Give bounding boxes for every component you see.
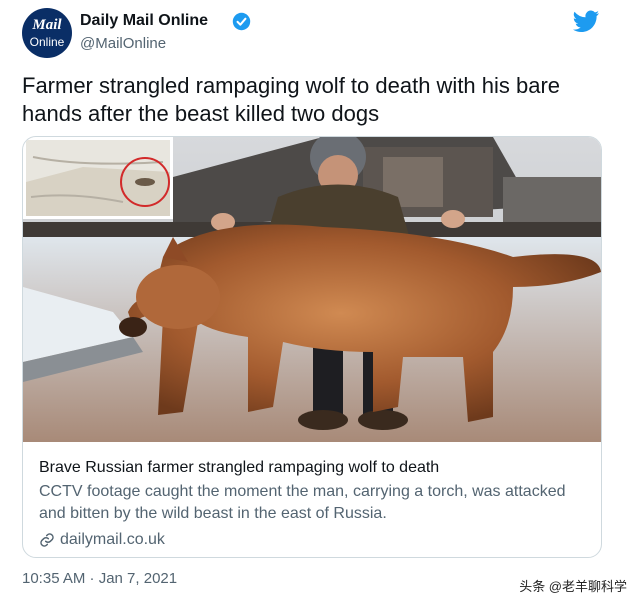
card-description: CCTV footage caught the moment the man, … — [39, 483, 566, 522]
avatar-logo-line2: Online — [29, 35, 65, 49]
account-handle[interactable]: @MailOnline — [80, 35, 166, 52]
twitter-bird-icon[interactable] — [572, 10, 600, 34]
avatar-logo-line1: Mail — [32, 17, 62, 33]
watermark: 头条 @老羊聊科学 — [519, 579, 627, 594]
display-name[interactable]: Daily Mail Online — [80, 12, 208, 30]
tweet-timestamp[interactable]: 10:35 AM · Jan 7, 2021 — [22, 570, 177, 587]
tweet-text: Farmer strangled rampaging wolf to death… — [22, 73, 561, 126]
card-title[interactable]: Brave Russian farmer strangled rampaging… — [39, 457, 589, 479]
card-link[interactable]: dailymail.co.uk — [39, 529, 589, 551]
tweet-header: Mail Online Daily Mail Online @MailOnlin… — [22, 8, 614, 60]
card-domain: dailymail.co.uk — [60, 531, 165, 548]
link-preview-card[interactable]: Brave Russian farmer strangled rampaging… — [22, 136, 602, 558]
verified-badge-icon — [232, 12, 251, 31]
link-icon — [40, 533, 54, 547]
wolf-photo[interactable] — [23, 137, 601, 442]
avatar[interactable]: Mail Online — [22, 8, 72, 58]
card-text: Brave Russian farmer strangled rampaging… — [39, 457, 589, 551]
